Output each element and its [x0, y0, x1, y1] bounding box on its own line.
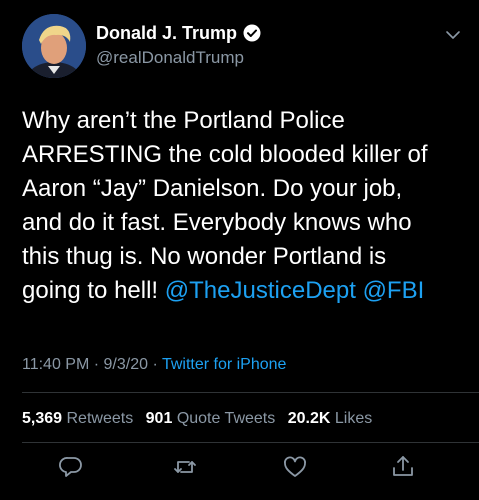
tweet-line: this thug is. No wonder Portland is — [22, 243, 387, 270]
reply-icon[interactable] — [58, 454, 84, 480]
author-names: Donald J. Trump @realDonaldTrump — [96, 21, 261, 68]
retweets-stat[interactable]: 5,369 Retweets — [22, 410, 133, 427]
share-icon[interactable] — [390, 454, 416, 480]
meta-separator: · — [89, 356, 104, 373]
meta-separator: · — [148, 356, 162, 373]
divider — [22, 392, 479, 393]
quote-tweets-stat[interactable]: 901 Quote Tweets — [146, 410, 276, 427]
retweets-count: 5,369 — [22, 410, 63, 427]
tweet: Donald J. Trump @realDonaldTrump Why are… — [0, 0, 479, 500]
divider — [22, 442, 479, 443]
quote-label: Quote Tweets — [176, 410, 276, 427]
likes-stat[interactable]: 20.2K Likes — [288, 410, 373, 427]
tweet-line: Aaron “Jay” Danielson. Do your job, — [22, 175, 403, 202]
retweets-label: Retweets — [66, 410, 134, 427]
likes-count: 20.2K — [287, 410, 331, 427]
retweet-icon[interactable] — [172, 454, 198, 480]
author-handle[interactable]: @realDonaldTrump — [96, 48, 261, 68]
avatar[interactable] — [22, 14, 86, 78]
tweet-text: Why aren’t the Portland Police ARRESTING… — [22, 104, 462, 308]
display-name-row: Donald J. Trump — [96, 21, 261, 45]
tweet-meta: 11:40 PM · 9/3/20 · Twitter for iPhone — [22, 356, 286, 374]
like-icon[interactable] — [282, 454, 308, 480]
tweet-date[interactable]: 9/3/20 — [104, 356, 148, 373]
tweet-line: Why aren’t the Portland Police — [22, 107, 345, 134]
tweet-line-last: going to hell! @TheJusticeDept @FBI — [22, 274, 462, 308]
quote-count: 901 — [145, 410, 173, 427]
action-bar — [58, 454, 438, 484]
tweet-line-text: going to hell! — [22, 277, 159, 304]
likes-label: Likes — [334, 410, 373, 427]
mention-justice-dept[interactable]: @TheJusticeDept — [165, 277, 356, 304]
tweet-line: ARRESTING the cold blooded killer of — [22, 141, 428, 168]
tweet-line: and do it fast. Everybody knows who — [22, 209, 412, 236]
display-name[interactable]: Donald J. Trump — [96, 23, 237, 44]
chevron-down-icon[interactable] — [444, 26, 462, 44]
mention-fbi[interactable]: @FBI — [363, 277, 425, 304]
tweet-stats: 5,369 Retweets 901 Quote Tweets 20.2K Li… — [22, 410, 372, 428]
tweet-header: Donald J. Trump @realDonaldTrump — [22, 14, 462, 80]
tweet-time[interactable]: 11:40 PM — [22, 356, 89, 373]
tweet-source[interactable]: Twitter for iPhone — [162, 356, 287, 373]
verified-badge-icon — [243, 24, 261, 42]
